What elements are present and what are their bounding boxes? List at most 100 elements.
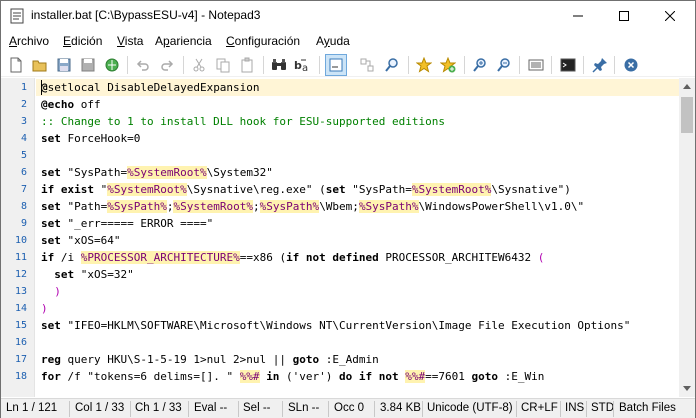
status-bar: Ln 1 / 121 Col 1 / 33 Ch 1 / 33 Eval -- … <box>1 398 695 418</box>
star-icon <box>416 57 432 73</box>
toolbar-separator <box>127 56 128 74</box>
code-line: set "SysPath=%SystemRoot%\System32" <box>41 166 273 179</box>
status-occurrences[interactable]: Occ 0 <box>334 402 364 414</box>
menu-archivo[interactable]: Archivo <box>9 34 49 48</box>
menu-edicion[interactable]: Edición <box>63 34 102 48</box>
editor-area[interactable]: 1 2 3 4 5 6 7 8 9 10 11 12 13 14 15 16 1… <box>1 78 695 397</box>
code-line: if exist "%SystemRoot%\Sysnative\reg.exe… <box>41 183 571 196</box>
vertical-scrollbar[interactable] <box>679 78 695 397</box>
menu-bar: Archivo Edición Vista Apariencia Configu… <box>1 32 695 52</box>
line-number: 16 <box>14 337 27 348</box>
status-eol[interactable]: CR+LF <box>521 402 558 414</box>
menu-ayuda[interactable]: Ayuda <box>316 34 350 48</box>
zoom-in-button[interactable] <box>469 54 491 76</box>
status-selected-lines[interactable]: SLn -- <box>288 402 319 414</box>
magnifier-icon <box>385 58 398 72</box>
toolbar-separator <box>614 56 615 74</box>
line-number: 12 <box>14 269 27 280</box>
status-column[interactable]: Col 1 / 33 <box>75 402 124 414</box>
new-file-button[interactable] <box>5 54 27 76</box>
open-file-button[interactable] <box>29 54 51 76</box>
line-number: 17 <box>14 354 27 365</box>
copy-button[interactable] <box>212 54 234 76</box>
minimize-button[interactable] <box>555 1 601 31</box>
star-plus-icon <box>440 57 456 73</box>
status-lexer[interactable]: Batch Files <box>619 402 676 414</box>
redo-icon <box>161 60 174 71</box>
status-insert-mode[interactable]: INS <box>565 402 584 414</box>
zoom-in-icon <box>473 58 486 72</box>
toolbar-separator <box>319 56 320 74</box>
menu-configuracion[interactable]: Configuración <box>226 34 300 48</box>
status-separator <box>282 401 283 417</box>
title-bar: installer.bat [C:\BypassESU-v4] - Notepa… <box>1 1 695 31</box>
maximize-button[interactable] <box>601 1 647 31</box>
redo-button[interactable] <box>156 54 178 76</box>
new-file-icon <box>10 57 22 73</box>
browse-button[interactable] <box>101 54 123 76</box>
bookmark-button[interactable] <box>413 54 435 76</box>
line-number: 4 <box>20 133 27 144</box>
chevron-down-icon <box>683 386 691 391</box>
line-number-gutter: 1 2 3 4 5 6 7 8 9 10 11 12 13 14 15 16 1… <box>1 78 35 397</box>
line-number: 18 <box>14 371 27 382</box>
toolbar-separator <box>551 56 552 74</box>
menu-apariencia[interactable]: Apariencia <box>155 34 212 48</box>
paste-icon <box>241 57 253 73</box>
status-separator <box>613 401 614 417</box>
whitespace-icon <box>360 58 374 72</box>
status-separator <box>586 401 587 417</box>
menu-vista[interactable]: Vista <box>117 34 143 48</box>
window-title: installer.bat [C:\BypassESU-v4] - Notepa… <box>31 8 261 22</box>
save-as-button[interactable] <box>77 54 99 76</box>
code-line: set "IFEO=HKLM\SOFTWARE\Microsoft\Window… <box>41 319 631 332</box>
find-button[interactable] <box>268 54 290 76</box>
replace-button[interactable]: ba <box>292 54 314 76</box>
status-separator <box>374 401 375 417</box>
save-as-icon <box>81 58 95 72</box>
code-line: @setlocal DisableDelayedExpansion <box>41 81 260 94</box>
console-button[interactable] <box>557 54 579 76</box>
scheme-button[interactable] <box>525 54 547 76</box>
cut-button[interactable] <box>188 54 210 76</box>
status-char[interactable]: Ch 1 / 33 <box>135 402 182 414</box>
status-selection[interactable]: Sel -- <box>243 402 270 414</box>
zoom-find-button[interactable] <box>381 54 403 76</box>
code-line: @echo off <box>41 98 101 111</box>
zoom-out-button[interactable] <box>493 54 515 76</box>
paste-button[interactable] <box>236 54 258 76</box>
code-line: set "_err===== ERROR ====" <box>41 217 214 230</box>
line-number: 7 <box>20 184 27 195</box>
close-window-button[interactable] <box>647 1 693 31</box>
bookmark-add-button[interactable] <box>437 54 459 76</box>
replace-icon: ba <box>294 59 308 73</box>
toolbar: ba <box>1 53 695 77</box>
word-wrap-button[interactable] <box>325 54 347 76</box>
close-file-button[interactable] <box>620 54 642 76</box>
status-line[interactable]: Ln 1 / 121 <box>6 402 57 414</box>
status-separator <box>560 401 561 417</box>
toolbar-separator <box>519 56 520 74</box>
code-line: set "xOS=32" <box>54 268 134 281</box>
undo-button[interactable] <box>132 54 154 76</box>
pin-icon <box>592 58 607 73</box>
scheme-list-icon <box>528 59 544 71</box>
status-std[interactable]: STD <box>591 402 614 414</box>
scrollbar-thumb[interactable] <box>681 97 693 133</box>
scroll-down-arrow[interactable] <box>679 380 695 397</box>
status-separator <box>130 401 131 417</box>
scroll-up-arrow[interactable] <box>679 78 695 95</box>
close-icon <box>665 11 675 21</box>
browse-globe-icon <box>105 58 119 72</box>
status-encoding[interactable]: Unicode (UTF-8) <box>427 402 513 414</box>
text-caret <box>41 80 42 95</box>
pin-button[interactable] <box>589 54 611 76</box>
show-whitespace-button[interactable] <box>356 54 378 76</box>
status-eval[interactable]: Eval -- <box>194 402 227 414</box>
code-line: set "xOS=64" <box>41 234 121 247</box>
minimize-icon <box>573 15 583 17</box>
copy-icon <box>216 58 230 73</box>
line-number: 2 <box>20 99 27 110</box>
line-number: 1 <box>20 82 27 93</box>
save-file-button[interactable] <box>53 54 75 76</box>
